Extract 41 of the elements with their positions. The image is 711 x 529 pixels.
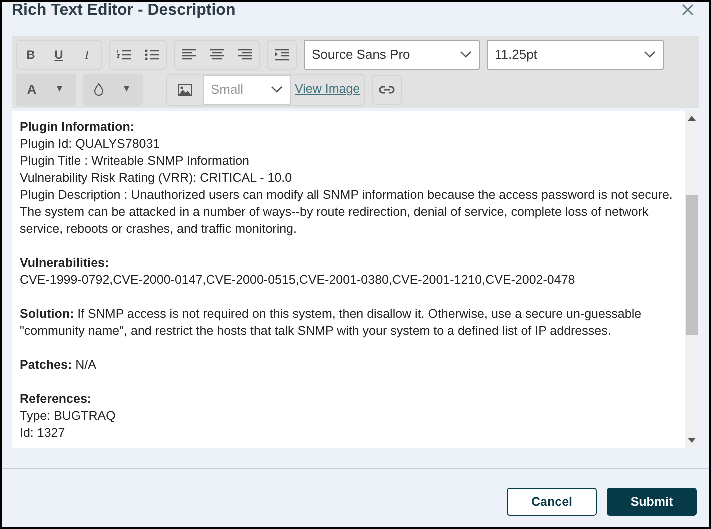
bullet-list-icon [145, 48, 159, 60]
text-line: Id: 1327 [20, 425, 66, 442]
section-heading: Vulnerabilities: [20, 255, 110, 272]
font-family-select[interactable]: Source Sans Pro [304, 40, 480, 70]
text-line: CVE-1999-0792,CVE-2000-0147,CVE-2000-0515,CVE-2001-0380,CVE-2001-1210,CVE-2002-0478 [20, 272, 576, 289]
scroll-up-icon[interactable] [688, 116, 696, 121]
text-color-button[interactable]: A [18, 74, 46, 104]
underline-button[interactable]: U [45, 40, 73, 68]
scrollbar[interactable] [685, 111, 699, 448]
section-heading: References: [20, 391, 93, 408]
submit-button[interactable]: Submit [607, 488, 697, 516]
cancel-button[interactable]: Cancel [507, 488, 597, 516]
chevron-down-icon [271, 86, 283, 93]
text-color-dropdown[interactable]: ▾ [46, 74, 74, 104]
dialog-title: Rich Text Editor - Description [12, 2, 236, 20]
text-line: Plugin Description : Unauthorized users can modify all SNMP information because the access password is not secure. The system can be attacked in a number of ways--by route redirection, denial of service, complete loss of network service, reboots or crashes, and traffic monitoring. [20, 187, 674, 238]
align-left-icon [182, 48, 196, 60]
text-line: Patches: N/A [20, 357, 98, 374]
font-size-select[interactable]: 11.25pt [487, 40, 664, 70]
text-line: Plugin Title : Writeable SNMP Information [20, 153, 250, 170]
italic-button[interactable]: I [73, 40, 101, 68]
link-icon [379, 84, 396, 94]
chevron-down-icon [644, 51, 656, 58]
align-center-icon [210, 48, 224, 60]
text-line: Solution: If SNMP access is not required on this system, then disallow it. Otherwise, use a secure un-guessable "community name", and restrict the hosts that talk SNMP with your system to a defined list of IP addresses. [20, 306, 643, 340]
indent-icon [275, 48, 289, 60]
text-line: Type: BUGTRAQ [20, 408, 117, 425]
scrollbar-thumb[interactable] [686, 195, 698, 335]
view-image-link[interactable]: View Image [295, 80, 360, 99]
align-right-icon [238, 48, 252, 60]
numbered-list-icon [117, 48, 131, 60]
text-line: Plugin Id: QUALYS78031 [20, 136, 162, 153]
bold-button[interactable]: B [17, 40, 45, 68]
chevron-down-icon [460, 51, 472, 58]
text-line: Vulnerability Risk Rating (VRR): CRITICAL - 10.0 [20, 170, 294, 187]
close-button[interactable] [681, 3, 695, 17]
section-heading: Plugin Information: [20, 119, 136, 136]
close-icon [681, 3, 695, 17]
image-icon [178, 84, 192, 96]
scroll-down-icon[interactable] [688, 438, 696, 443]
droplet-icon [94, 83, 104, 96]
